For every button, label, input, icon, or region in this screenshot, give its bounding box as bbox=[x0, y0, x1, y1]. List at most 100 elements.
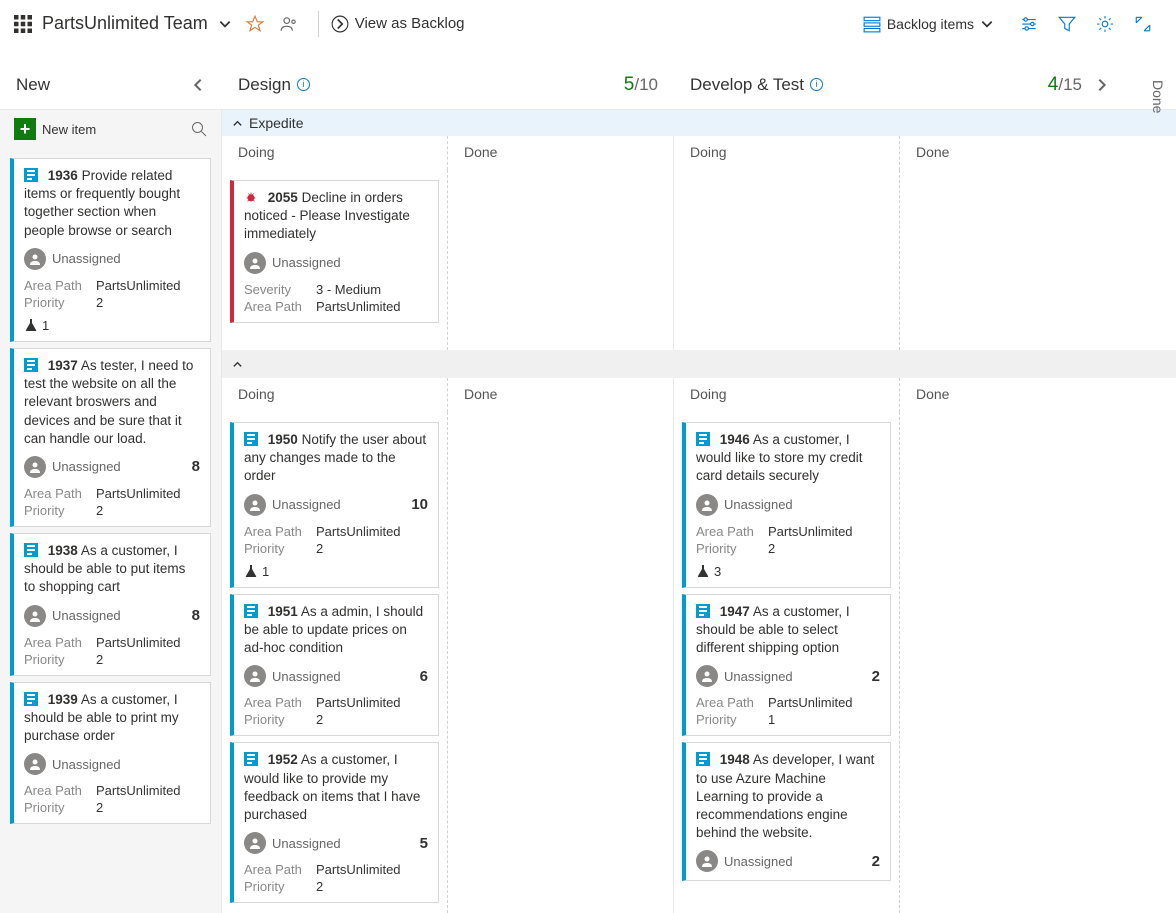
card-points: 6 bbox=[420, 668, 428, 685]
dev-doing: 1946 As a customer, I would like to stor… bbox=[674, 412, 900, 913]
areapath-label: Area Path bbox=[24, 486, 96, 501]
work-item-card[interactable]: 1939 As a customer, I should be able to … bbox=[10, 682, 211, 825]
assignee: Unassigned bbox=[272, 497, 341, 512]
done-collapsed-column[interactable]: Done bbox=[1146, 70, 1170, 123]
work-item-card[interactable]: 1948 As developer, I want to use Azure M… bbox=[682, 742, 891, 881]
info-icon[interactable]: i bbox=[810, 78, 823, 91]
areapath-value: PartsUnlimited bbox=[316, 862, 401, 877]
work-item-card[interactable]: 1938 As a customer, I should be able to … bbox=[10, 533, 211, 676]
subcol-done: Done bbox=[448, 378, 674, 412]
subcol-done: Done bbox=[900, 136, 1126, 170]
card-points: 8 bbox=[192, 607, 200, 624]
avatar-icon bbox=[696, 665, 718, 687]
card-points: 2 bbox=[872, 668, 880, 685]
priority-label: Priority bbox=[244, 879, 316, 894]
work-item-card[interactable]: 1952 As a customer, I would like to prov… bbox=[230, 742, 439, 903]
flask-icon bbox=[244, 564, 258, 578]
filter-icon[interactable] bbox=[1058, 15, 1076, 33]
star-icon[interactable] bbox=[246, 15, 264, 33]
swimlane-label: Expedite bbox=[249, 115, 303, 131]
design-doing: 1950 Notify the user about any changes m… bbox=[222, 412, 448, 913]
gear-icon[interactable] bbox=[1096, 15, 1114, 33]
priority-value: 2 bbox=[316, 712, 323, 727]
priority-value: 2 bbox=[96, 503, 103, 518]
view-as-backlog-button[interactable]: View as Backlog bbox=[331, 15, 465, 33]
avatar-icon bbox=[244, 665, 266, 687]
avatar-icon bbox=[244, 494, 266, 516]
priority-value: 2 bbox=[768, 541, 775, 556]
areapath-value: PartsUnlimited bbox=[96, 278, 181, 293]
pbi-icon bbox=[24, 543, 38, 557]
pbi-icon bbox=[24, 358, 38, 372]
new-item-row: + New item bbox=[0, 110, 221, 148]
work-item-card[interactable]: 2055 Decline in orders noticed - Please … bbox=[230, 180, 439, 323]
flask-count: 3 bbox=[714, 564, 721, 579]
areapath-value: PartsUnlimited bbox=[316, 299, 401, 314]
priority-value: 2 bbox=[96, 295, 103, 310]
severity-label: Severity bbox=[244, 282, 316, 297]
chevron-down-icon bbox=[980, 17, 994, 31]
fullscreen-icon[interactable] bbox=[1134, 15, 1152, 33]
assignee: Unassigned bbox=[724, 497, 793, 512]
chevron-left-icon[interactable] bbox=[190, 77, 206, 93]
avatar-icon bbox=[244, 252, 266, 274]
swimlanes: Expedite Doing Done Doing Done 2055 Decl… bbox=[222, 110, 1176, 913]
priority-value: 1 bbox=[768, 712, 775, 727]
areapath-value: PartsUnlimited bbox=[316, 524, 401, 539]
header-right: Backlog items bbox=[863, 15, 1162, 33]
pbi-icon bbox=[244, 432, 258, 446]
areapath-label: Area Path bbox=[696, 524, 768, 539]
swimlane-default-header[interactable] bbox=[222, 350, 1176, 378]
card-id: 1947 bbox=[720, 604, 750, 619]
dev-doing-exp bbox=[674, 170, 900, 350]
areapath-value: PartsUnlimited bbox=[96, 486, 181, 501]
priority-value: 2 bbox=[316, 879, 323, 894]
priority-label: Priority bbox=[244, 541, 316, 556]
work-item-card[interactable]: 1947 As a customer, I should be able to … bbox=[682, 594, 891, 737]
areapath-label: Area Path bbox=[696, 695, 768, 710]
card-id: 1936 bbox=[48, 168, 78, 183]
team-name[interactable]: PartsUnlimited Team bbox=[42, 13, 208, 34]
card-points: 8 bbox=[192, 458, 200, 475]
dev-done bbox=[900, 412, 1126, 913]
backlog-items-select[interactable]: Backlog items bbox=[863, 15, 1000, 33]
subcol-done: Done bbox=[900, 378, 1126, 412]
search-icon[interactable] bbox=[191, 121, 207, 137]
flask-icon bbox=[24, 318, 38, 332]
chevron-right-icon[interactable] bbox=[1094, 77, 1110, 93]
new-item-label[interactable]: New item bbox=[42, 122, 96, 137]
assignee: Unassigned bbox=[724, 854, 793, 869]
work-item-card[interactable]: 1937 As tester, I need to test the websi… bbox=[10, 348, 211, 527]
design-doing-exp: 2055 Decline in orders noticed - Please … bbox=[222, 170, 448, 350]
chevron-down-icon[interactable] bbox=[218, 17, 232, 31]
new-column: + New item 1936 Provide related items or… bbox=[0, 110, 222, 913]
areapath-value: PartsUnlimited bbox=[316, 695, 401, 710]
areapath-label: Area Path bbox=[24, 278, 96, 293]
priority-label: Priority bbox=[24, 652, 96, 667]
card-id: 1952 bbox=[268, 752, 298, 767]
card-points: 2 bbox=[872, 853, 880, 870]
work-item-card[interactable]: 1951 As a admin, I should be able to upd… bbox=[230, 594, 439, 737]
design-done-exp bbox=[448, 170, 674, 350]
assignee: Unassigned bbox=[272, 255, 341, 270]
settings-sliders-icon[interactable] bbox=[1020, 15, 1038, 33]
work-item-card[interactable]: 1946 As a customer, I would like to stor… bbox=[682, 422, 891, 588]
work-item-card[interactable]: 1936 Provide related items or frequently… bbox=[10, 158, 211, 342]
areapath-label: Area Path bbox=[24, 783, 96, 798]
people-icon[interactable] bbox=[280, 15, 298, 33]
add-item-button[interactable]: + bbox=[14, 118, 36, 140]
subcol-doing: Doing bbox=[222, 136, 448, 170]
bug-icon bbox=[244, 190, 258, 204]
swimlane-expedite-header[interactable]: Expedite bbox=[222, 110, 1176, 136]
priority-label: Priority bbox=[24, 503, 96, 518]
work-item-card[interactable]: 1950 Notify the user about any changes m… bbox=[230, 422, 439, 588]
col-header-design: Design i 5/10 bbox=[222, 60, 674, 109]
pbi-icon bbox=[24, 692, 38, 706]
card-points: 10 bbox=[411, 496, 428, 513]
severity-value: 3 - Medium bbox=[316, 282, 381, 297]
assignee: Unassigned bbox=[52, 608, 121, 623]
areapath-label: Area Path bbox=[244, 695, 316, 710]
priority-label: Priority bbox=[24, 295, 96, 310]
card-id: 1950 bbox=[268, 432, 298, 447]
info-icon[interactable]: i bbox=[297, 78, 310, 91]
